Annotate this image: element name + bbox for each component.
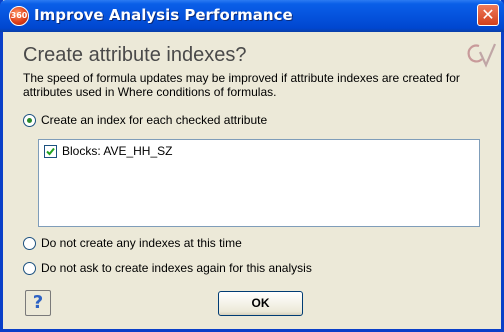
window-title: Improve Analysis Performance: [34, 6, 293, 24]
radio-do-not-create-label[interactable]: Do not create any indexes at this time: [41, 236, 242, 250]
radio-do-not-ask[interactable]: [23, 262, 36, 275]
attribute-label[interactable]: Blocks: AVE_HH_SZ: [62, 144, 172, 158]
attribute-list[interactable]: Blocks: AVE_HH_SZ: [38, 139, 480, 227]
radio-do-not-ask-label[interactable]: Do not ask to create indexes again for t…: [41, 261, 312, 275]
dialog-heading: Create attribute indexes?: [23, 44, 247, 66]
checkmark-icon: [46, 147, 55, 156]
radio-do-not-create[interactable]: [23, 237, 36, 250]
radio-create-index[interactable]: [23, 114, 36, 127]
description-text: The speed of formula updates may be impr…: [23, 71, 460, 99]
title-bar[interactable]: 360 Improve Analysis Performance ✕: [0, 0, 504, 32]
attribute-checkbox[interactable]: [44, 145, 57, 158]
help-button[interactable]: ?: [25, 290, 51, 316]
close-button[interactable]: ✕: [477, 4, 499, 26]
app-badge-icon: 360: [9, 6, 29, 26]
ok-button[interactable]: OK: [218, 291, 303, 316]
help-question-icon: ?: [32, 292, 44, 313]
cv-logo-icon: [467, 43, 497, 68]
close-icon: ✕: [481, 5, 495, 24]
dialog-window: 360 Improve Analysis Performance ✕ Creat…: [0, 0, 504, 332]
radio-create-index-label[interactable]: Create an index for each checked attribu…: [41, 113, 267, 127]
